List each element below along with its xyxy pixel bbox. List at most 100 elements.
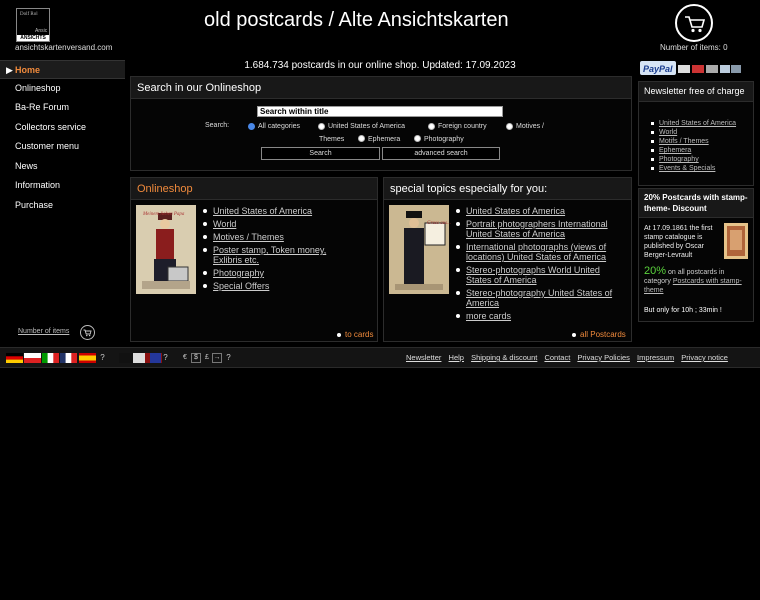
newsletter-link-usa[interactable]: United States of America [651,120,736,127]
discount-offer: 20% on all postcards in category Postcar… [644,265,748,295]
arrow-right-icon: ▶ [6,65,13,75]
onlineshop-link-special-offers[interactable]: Special Offers [203,281,353,291]
onlineshop-link-motives[interactable]: Motives / Themes [203,232,353,242]
search-button[interactable]: Search [261,147,380,160]
sidebar-item-news[interactable]: News [0,157,125,176]
search-label: Search: [205,122,230,129]
newsletter-link-photography[interactable]: Photography [651,156,736,163]
radio-usa[interactable] [318,123,325,130]
footer-link-help[interactable]: Help [449,353,464,362]
radio-all-categories[interactable] [248,123,255,130]
topic-link-portrait-photographers[interactable]: Portrait photographers International Uni… [456,219,616,239]
topic-link-stereo-world[interactable]: Stereo-photographs World United States o… [456,265,616,285]
footer-link-newsletter[interactable]: Newsletter [406,353,441,362]
sidebar-item-customer-menu[interactable]: Customer menu [0,137,125,156]
newsletter-link-list: United States of America World Motifs / … [651,120,736,174]
site-domain: ansichtskartenversand.com [15,43,113,52]
onlineshop-link-list: United States of America World Motives /… [203,206,353,294]
sidebar-item-collectors-service[interactable]: Collectors service [0,118,125,137]
newsletter-link-ephemera[interactable]: Ephemera [651,147,736,154]
onlineshop-link-photography[interactable]: Photography [203,268,353,278]
discount-percent: 20% [644,265,667,277]
search-heading: Search in our Onlineshop [131,77,631,99]
region-help-icon[interactable]: ? [161,353,170,363]
radio-label: Motives / [516,123,545,130]
sidebar-item-label: Purchase [15,200,54,210]
flag-spain-icon[interactable] [79,353,96,363]
footer-link-shipping[interactable]: Shipping & discount [471,353,537,362]
footer-link-contact[interactable]: Contact [544,353,570,362]
newsletter-link-motifs[interactable]: Motifs / Themes [651,138,736,145]
radio-motives-themes[interactable] [506,123,513,130]
sidebar-item-onlineshop[interactable]: Onlineshop [0,79,125,98]
topic-link-more-cards[interactable]: more cards [456,311,616,321]
discount-timer: But only for 10h ; 33min ! [644,307,722,314]
sidebar-item-information[interactable]: Information [0,176,125,195]
all-postcards-link[interactable]: all Postcards [572,330,626,339]
flag-france-icon[interactable] [60,353,77,363]
currency-help-icon[interactable]: ? [224,353,233,363]
language-help-icon[interactable]: ? [98,353,107,363]
logo-text-1: Dolf Rol [20,12,38,17]
sidebar-item-label: Information [15,180,61,190]
sidebar-item-label: Home [15,65,41,75]
logo-bar: ANSICHTS [17,35,49,41]
site-logo[interactable]: Dolf Rol Ansic ANSICHTS [16,8,50,42]
special-topics-link-list: United States of America Portrait photog… [456,206,616,324]
discount-heading: 20% Postcards with stamp-theme- Discount [639,189,753,218]
postcard-thumbnail-image[interactable] [389,205,449,294]
currency-pound[interactable]: £ [202,353,212,363]
flag-italy-icon[interactable] [42,353,59,363]
flag-blue-icon[interactable] [150,353,161,363]
thumbnail-caption: Meinem lieben Papa [143,212,185,217]
footer-links: Newsletter Help Shipping & discount Cont… [406,353,733,362]
to-cards-link[interactable]: to cards [336,330,373,339]
stamp-image [724,223,748,259]
sidebar-number-of-items-link[interactable]: Number of items [18,328,69,335]
currency-switch-icon[interactable]: → [212,353,222,363]
radio-ephemera[interactable] [358,135,365,142]
radio-label: Photography [424,136,464,143]
sidebar-item-purchase[interactable]: Purchase [0,196,125,215]
sidebar-item-forum[interactable]: Ba-Re Forum [0,98,125,117]
currency-euro[interactable]: € [180,353,190,363]
onlineshop-link-poster-stamp[interactable]: Poster stamp, Token money, Exlibris etc. [203,245,353,265]
footer-link-privacy-policies[interactable]: Privacy Policies [577,353,630,362]
topic-link-stereo-usa[interactable]: Stereo-photography United States of Amer… [456,288,616,308]
flag-poland-icon[interactable] [24,353,41,363]
postcard-thumbnail-image[interactable] [136,205,196,294]
sidebar-nav: ▶ Home Onlineshop Ba-Re Forum Collectors… [0,58,125,347]
page-title: old postcards / Alte Ansichtskarten [204,9,509,31]
sidebar-item-label: Customer menu [15,141,80,151]
newsletter-link-events[interactable]: Events & Specials [651,165,736,172]
logo-text-2: Ansic [35,28,48,34]
topic-link-international-photographs[interactable]: International photographs (views of loca… [456,242,616,262]
onlineshop-link-world[interactable]: World [203,219,353,229]
currency-dollar[interactable]: $ [191,353,201,363]
topic-link-usa[interactable]: United States of America [456,206,616,216]
sidebar-cart-button[interactable] [80,325,95,340]
sidebar-item-home[interactable]: ▶ Home [0,60,125,79]
cart-button[interactable] [675,4,713,42]
search-input[interactable] [257,106,503,117]
shopping-cart-icon [685,16,706,33]
discount-story: At 17.09.1861 the first stamp catalogue … [644,225,713,259]
sidebar-item-label: Ba-Re Forum [15,102,70,112]
footer-link-privacy-notice[interactable]: Privacy notice [681,353,728,362]
newsletter-link-world[interactable]: World [651,129,736,136]
paypal-label: PayPal [643,64,673,74]
flag-germany-icon[interactable] [6,353,23,363]
advanced-search-button[interactable]: advanced search [382,147,500,160]
special-topics-heading: special topics especially for you: [384,178,631,200]
footer-link-impressum[interactable]: Impressum [637,353,674,362]
radio-photography[interactable] [414,135,421,142]
sidebar-item-label: Collectors service [15,122,87,132]
thumbnail-caption: Gruss aus... [427,221,451,226]
payment-methods-icon: PayPal [640,61,741,75]
shop-stats: 1.684.734 postcards in our online shop. … [244,60,516,71]
radio-foreign-country[interactable] [428,123,435,130]
radio-label: Ephemera [368,136,401,143]
onlineshop-link-usa[interactable]: United States of America [203,206,353,216]
sidebar-item-label: News [15,161,38,171]
radio-label: Themes [319,136,345,143]
